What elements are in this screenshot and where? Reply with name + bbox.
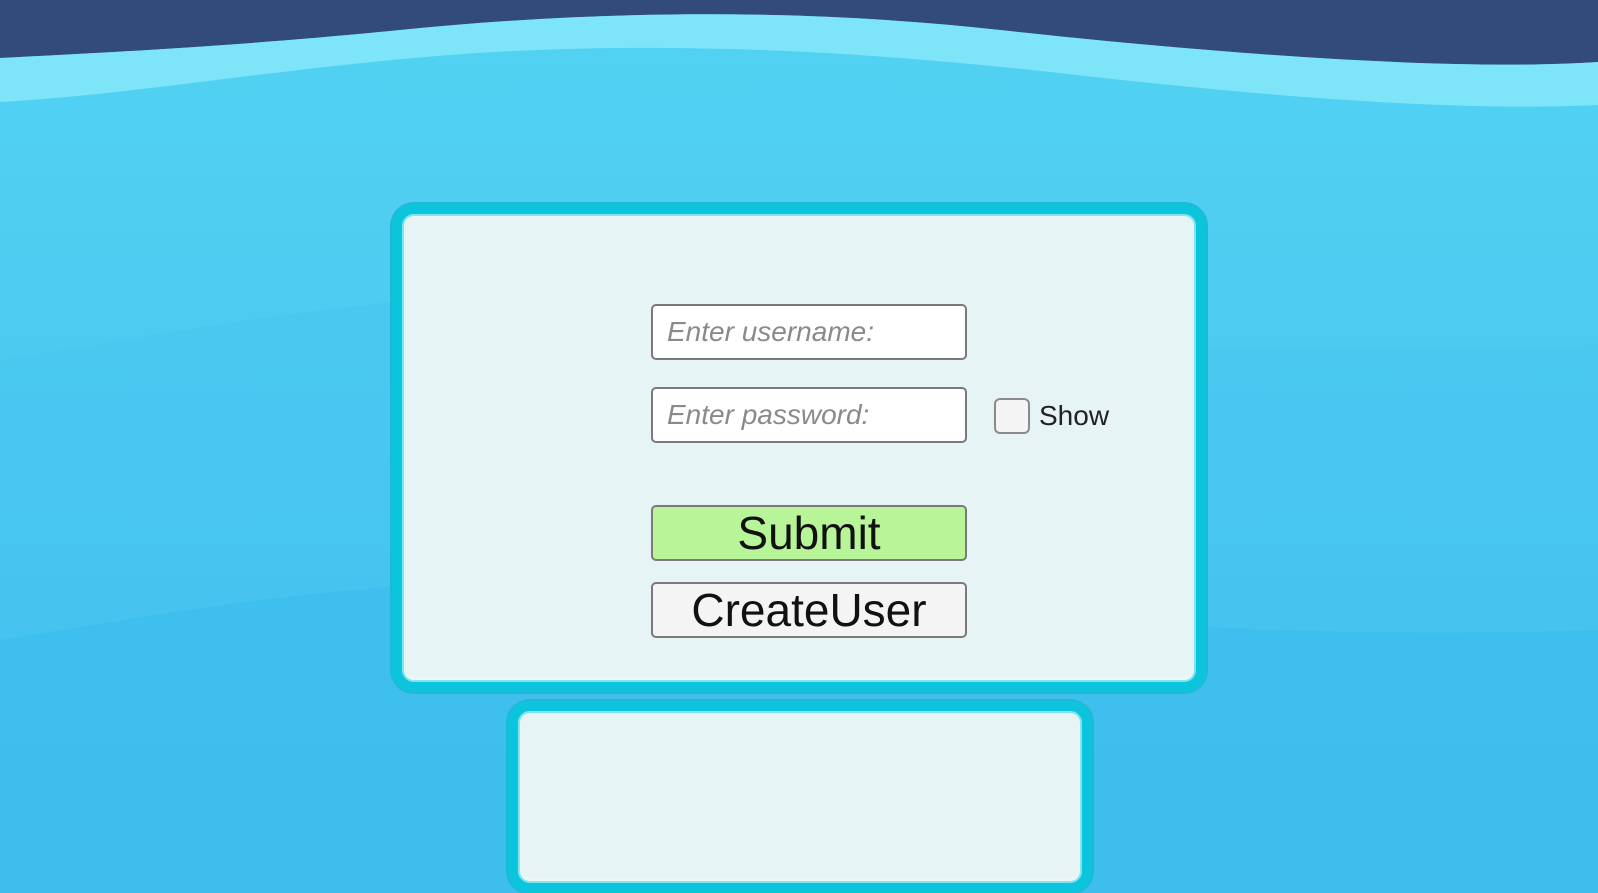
message-panel (508, 701, 1092, 893)
password-input[interactable] (651, 387, 967, 443)
create-user-button[interactable]: CreateUser (651, 582, 967, 638)
submit-button[interactable]: Submit (651, 505, 967, 561)
show-password-checkbox[interactable] (994, 398, 1030, 434)
show-password-toggle[interactable]: Show (994, 398, 1109, 434)
login-panel: Show Submit CreateUser (392, 204, 1206, 692)
game-scene: Show Submit CreateUser (0, 0, 1598, 893)
show-password-label: Show (1039, 400, 1110, 431)
username-input[interactable] (651, 304, 967, 360)
